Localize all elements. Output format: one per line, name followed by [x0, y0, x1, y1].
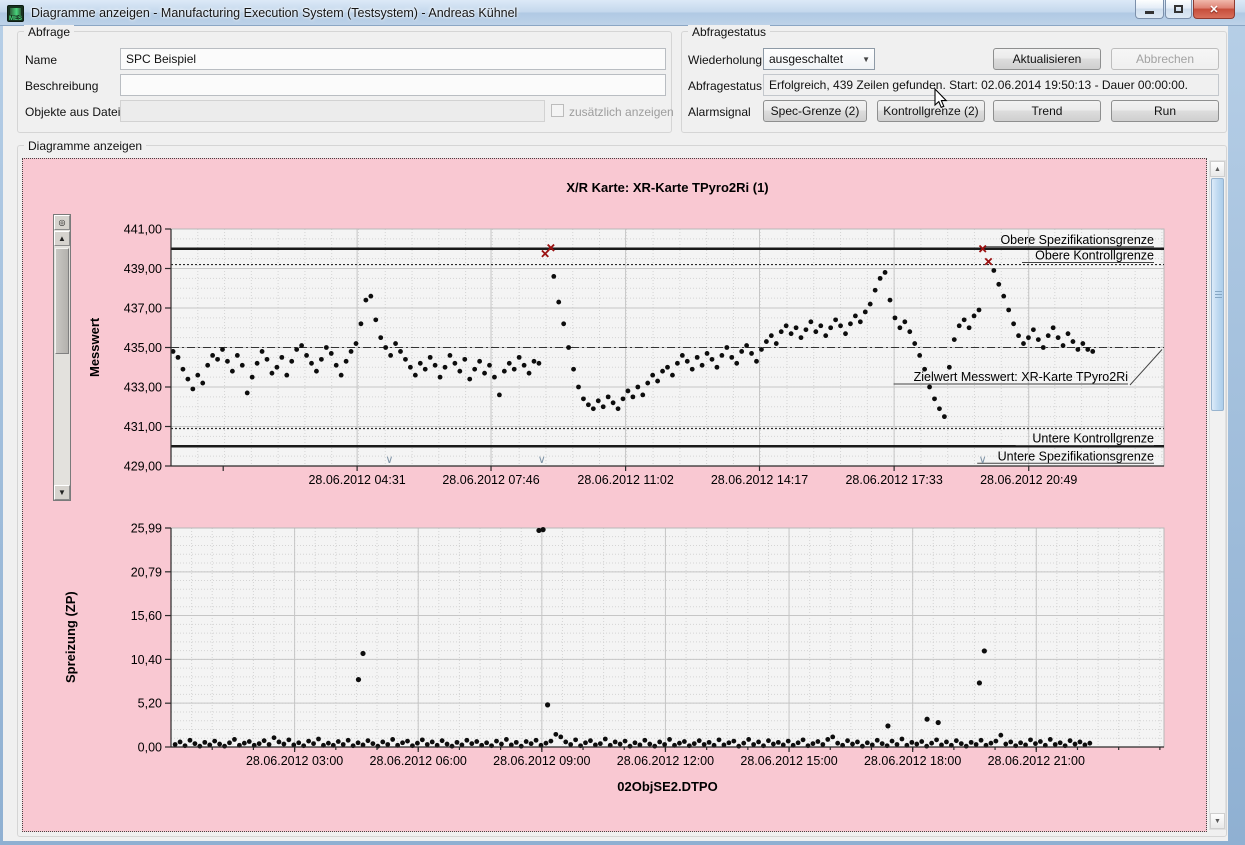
svg-text:429,00: 429,00: [124, 460, 162, 474]
chart1-ylabel: Messwert: [87, 287, 102, 407]
wiederholung-label: Wiederholung: [688, 53, 762, 67]
svg-text:28.06.2012 14:17: 28.06.2012 14:17: [711, 473, 808, 487]
wiederholung-select[interactable]: ausgeschaltet ▼: [763, 48, 875, 70]
panel-scrollbar[interactable]: ▲ ▼: [1209, 160, 1226, 830]
objekte-label: Objekte aus Datei: [25, 105, 120, 119]
close-button[interactable]: ✕: [1193, 0, 1235, 19]
svg-text:28.06.2012 07:46: 28.06.2012 07:46: [442, 473, 539, 487]
kontrollgrenze-button[interactable]: Kontrollgrenze (2): [877, 100, 985, 122]
titlebar[interactable]: MES Diagramme anzeigen - Manufacturing E…: [0, 0, 1245, 26]
status-value: [763, 74, 1219, 96]
svg-text:20,79: 20,79: [131, 565, 162, 579]
slider-reset-button[interactable]: ◎: [54, 215, 70, 230]
svg-text:28.06.2012 03:00: 28.06.2012 03:00: [246, 754, 343, 768]
scrollbar-down-button[interactable]: ▼: [1210, 813, 1225, 829]
slider-thumb[interactable]: [55, 248, 69, 354]
svg-text:441,00: 441,00: [124, 223, 162, 237]
svg-text:5,20: 5,20: [138, 697, 162, 711]
svg-text:15,60: 15,60: [131, 609, 162, 623]
svg-text:439,00: 439,00: [124, 262, 162, 276]
svg-text:0,00: 0,00: [138, 741, 162, 755]
abfrage-group-label: Abfrage: [24, 25, 74, 39]
svg-text:28.06.2012 06:00: 28.06.2012 06:00: [370, 754, 467, 768]
minimize-button[interactable]: [1135, 0, 1164, 19]
svg-text:28.06.2012 09:00: 28.06.2012 09:00: [493, 754, 590, 768]
app-icon-text: MES: [9, 16, 22, 22]
svg-text:28.06.2012 11:02: 28.06.2012 11:02: [577, 473, 673, 487]
svg-text:∨: ∨: [979, 454, 987, 466]
svg-text:X/R Karte: XR-Karte TPyro2Ri (: X/R Karte: XR-Karte TPyro2Ri (1): [566, 180, 768, 195]
objekte-input: [120, 100, 545, 122]
svg-text:Zielwert Messwert: XR-Karte TP: Zielwert Messwert: XR-Karte TPyro2Ri: [914, 370, 1128, 384]
zusaetzlich-checkbox-label: zusätzlich anzeigen: [569, 105, 674, 119]
svg-text:28.06.2012 21:00: 28.06.2012 21:00: [988, 754, 1085, 768]
mouse-cursor: [934, 88, 950, 110]
svg-text:28.06.2012 20:49: 28.06.2012 20:49: [980, 473, 1077, 487]
alarmsignal-label: Alarmsignal: [688, 105, 751, 119]
spec-grenze-button[interactable]: Spec-Grenze (2): [763, 100, 867, 122]
name-label: Name: [25, 53, 57, 67]
wiederholung-value: ausgeschaltet: [769, 52, 843, 66]
name-input[interactable]: [120, 48, 666, 70]
svg-text:435,00: 435,00: [124, 341, 162, 355]
spc-charts-canvas: Obere Spezifikationsgrenze Obere Kontroll…: [23, 159, 1206, 831]
svg-text:∨: ∨: [538, 454, 546, 466]
trend-button[interactable]: Trend: [993, 100, 1101, 122]
svg-text:28.06.2012 04:31: 28.06.2012 04:31: [308, 473, 405, 487]
chart-panel: Obere Spezifikationsgrenze Obere Kontroll…: [22, 158, 1207, 832]
aktualisieren-button[interactable]: Aktualisieren: [993, 48, 1101, 70]
window-title: Diagramme anzeigen - Manufacturing Execu…: [31, 0, 517, 26]
app-icon: MES: [7, 5, 24, 22]
zusaetzlich-checkbox: [551, 104, 564, 117]
svg-text:28.06.2012 12:00: 28.06.2012 12:00: [617, 754, 714, 768]
status-label: Abfragestatus: [688, 79, 762, 93]
svg-text:Obere Kontrollgrenze: Obere Kontrollgrenze: [1035, 249, 1154, 263]
svg-text:28.06.2012 15:00: 28.06.2012 15:00: [740, 754, 837, 768]
svg-text:∨: ∨: [385, 454, 393, 466]
svg-text:25,99: 25,99: [131, 522, 162, 536]
abfragestatus-group-label: Abfragestatus: [688, 25, 770, 39]
svg-text:Untere Spezifikationsgrenze: Untere Spezifikationsgrenze: [998, 449, 1154, 463]
app-window: MES Diagramme anzeigen - Manufacturing E…: [0, 0, 1245, 845]
app-icon-bar: [10, 8, 21, 15]
run-button[interactable]: Run: [1111, 100, 1219, 122]
slider-down-button[interactable]: ▼: [54, 485, 70, 500]
scrollbar-thumb[interactable]: [1211, 178, 1224, 411]
slider-up-button[interactable]: ▲: [54, 231, 70, 246]
diagramme-group-label: Diagramme anzeigen: [24, 139, 146, 153]
svg-text:10,40: 10,40: [131, 653, 162, 667]
chevron-down-icon: ▼: [862, 49, 870, 70]
svg-text:28.06.2012 17:33: 28.06.2012 17:33: [845, 473, 942, 487]
maximize-button[interactable]: [1165, 0, 1192, 19]
svg-text:Untere Kontrollgrenze: Untere Kontrollgrenze: [1032, 431, 1154, 445]
maximize-icon: [1174, 5, 1183, 13]
beschreibung-label: Beschreibung: [25, 79, 98, 93]
minimize-icon: [1145, 11, 1154, 14]
svg-text:02ObjSE2.DTPO: 02ObjSE2.DTPO: [617, 779, 717, 794]
chart-zoom-slider[interactable]: ◎ ▲ ▼: [53, 214, 71, 501]
scrollbar-up-button[interactable]: ▲: [1210, 161, 1225, 177]
close-icon: ✕: [1209, 3, 1218, 16]
chart2-ylabel: Spreizung (ZP): [63, 567, 78, 707]
abbrechen-button: Abbrechen: [1111, 48, 1219, 70]
beschreibung-input[interactable]: [120, 74, 666, 96]
svg-text:433,00: 433,00: [124, 381, 162, 395]
svg-text:Obere Spezifikationsgrenze: Obere Spezifikationsgrenze: [1000, 233, 1154, 247]
svg-text:437,00: 437,00: [124, 302, 162, 316]
svg-text:28.06.2012 18:00: 28.06.2012 18:00: [864, 754, 961, 768]
svg-text:431,00: 431,00: [124, 420, 162, 434]
